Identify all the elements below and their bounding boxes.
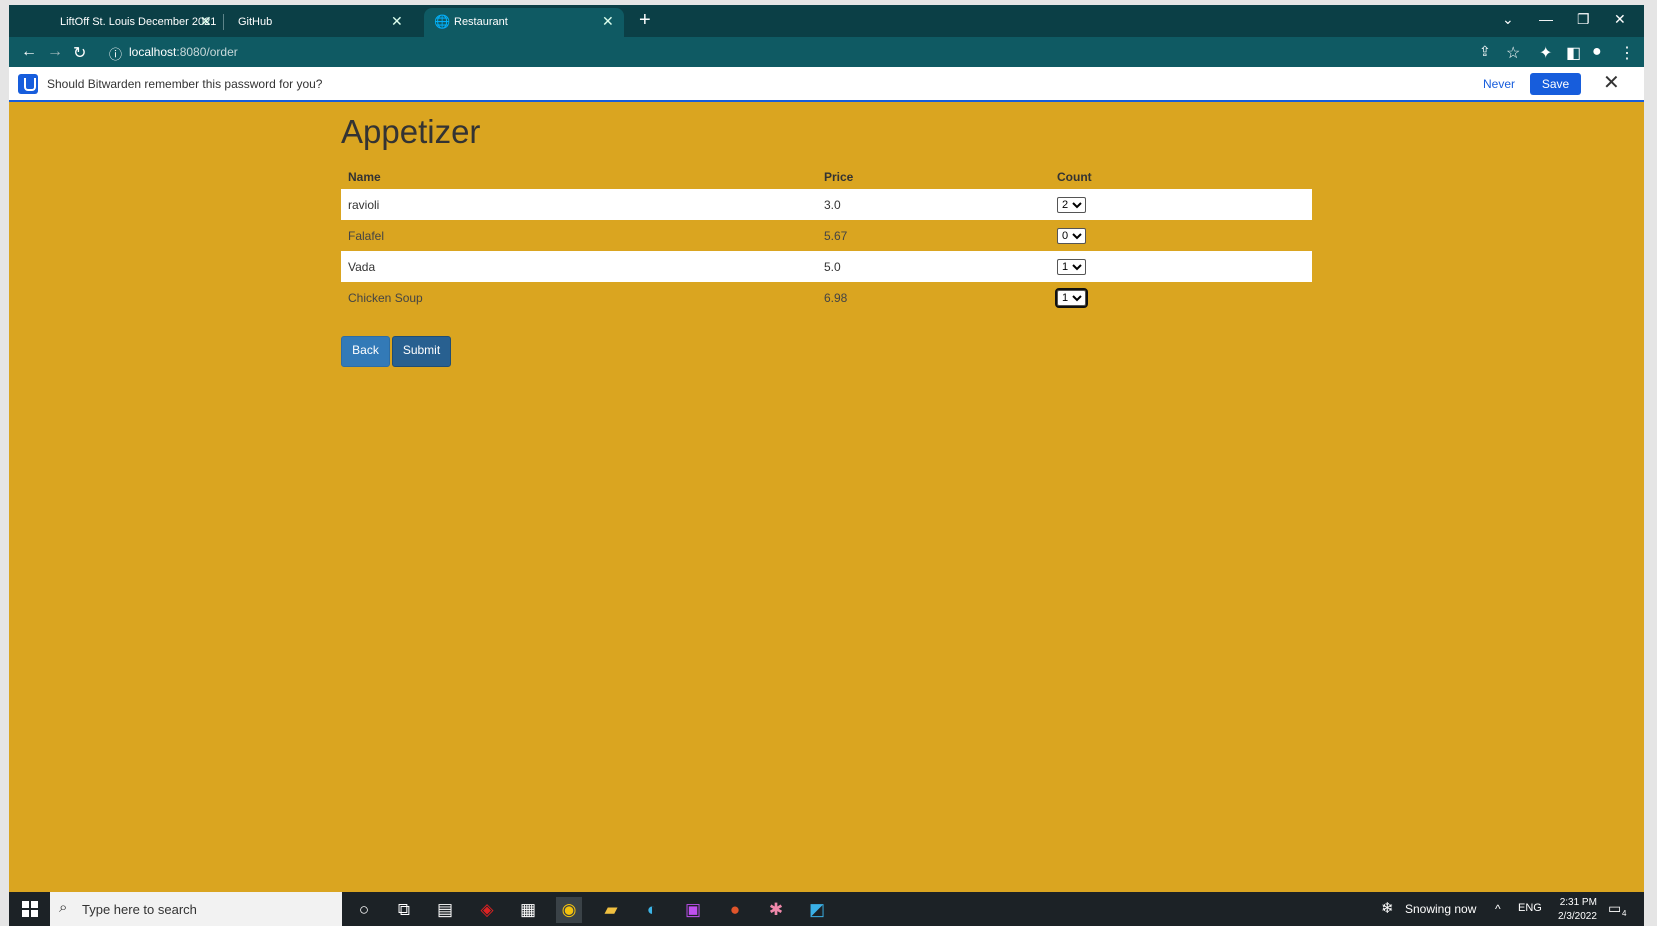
item-price: 6.98 — [824, 290, 848, 305]
slack-icon[interactable]: ✱ — [763, 897, 789, 923]
tab-strip: LiftOff St. Louis December 2021 ✕ GitHub… — [9, 5, 1644, 37]
cortana-icon[interactable]: ○ — [351, 897, 377, 923]
column-header-price: Price — [824, 170, 854, 184]
tab-github[interactable]: GitHub ✕ — [223, 8, 423, 37]
extensions-icon[interactable]: ✦ — [1539, 43, 1552, 63]
taskbar-search-box[interactable]: ⌕ Type here to search — [50, 892, 342, 926]
language-indicator[interactable]: ENG — [1518, 902, 1542, 914]
table-row: Falafel 5.67 0 — [341, 220, 1312, 251]
search-placeholder: Type here to search — [82, 902, 197, 917]
intellij-icon[interactable]: ▣ — [680, 897, 706, 923]
profile-icon[interactable]: ● — [1592, 43, 1602, 61]
table-row: Chicken Soup 6.98 1 — [341, 282, 1312, 313]
url-path: :8080/order — [176, 45, 238, 59]
tab-liftoff[interactable]: LiftOff St. Louis December 2021 ✕ — [23, 8, 223, 37]
item-price: 3.0 — [817, 189, 1050, 220]
count-select[interactable]: 1 — [1057, 258, 1086, 275]
new-tab-button[interactable]: + — [639, 9, 651, 32]
browser-window: LiftOff St. Louis December 2021 ✕ GitHub… — [9, 5, 1644, 926]
file-explorer-icon[interactable]: ▰ — [598, 897, 624, 923]
back-button[interactable]: Back — [341, 336, 390, 367]
powerpoint-icon[interactable]: ● — [722, 897, 748, 923]
tab-label: LiftOff St. Louis December 2021 — [60, 16, 217, 28]
weather-label[interactable]: Snowing now — [1405, 902, 1476, 916]
menu-icon[interactable]: ⋮ — [1619, 43, 1635, 63]
url-host: localhost — [129, 45, 177, 59]
close-icon[interactable]: ✕ — [391, 13, 403, 30]
snowflake-icon[interactable]: ❄ — [1381, 899, 1394, 917]
table-header-row: Name Price Count — [341, 165, 1312, 189]
side-panel-icon[interactable]: ◧ — [1566, 43, 1581, 63]
close-icon[interactable]: ✕ — [200, 13, 212, 30]
save-button[interactable]: Save — [1530, 73, 1581, 95]
back-arrow-icon[interactable]: ← — [21, 43, 37, 61]
info-icon[interactable]: ⓘ — [109, 44, 122, 63]
count-select[interactable]: 0 — [1057, 227, 1086, 244]
taskbar-clock[interactable]: 2:31 PM 2/3/2022 — [1558, 896, 1597, 924]
windows-taskbar: ⌕ Type here to search ○ ⧉ ▤ ◈ ▦ ◉ ▰ ◐ ▣ … — [9, 892, 1644, 926]
reload-icon[interactable]: ↻ — [73, 43, 86, 63]
close-icon[interactable]: ✕ — [602, 13, 614, 30]
photos-icon[interactable]: ◩ — [804, 897, 830, 923]
store-icon[interactable]: ▤ — [432, 897, 458, 923]
notification-count: 4 — [1622, 909, 1627, 918]
browser-toolbar: ← → ↻ ⓘ localhost:8080/order ⇪ ☆ ✦ ◧ ● ⋮ — [9, 37, 1644, 67]
count-select[interactable]: 1 — [1055, 287, 1088, 308]
task-view-icon[interactable]: ⧉ — [391, 897, 417, 923]
item-price: 5.0 — [817, 251, 1050, 282]
windows-start-icon[interactable] — [22, 901, 38, 917]
bitwarden-prompt: Should Bitwarden remember this password … — [47, 77, 323, 91]
page-title: Appetizer — [341, 113, 481, 150]
table-row: ravioli 3.0 2 — [341, 189, 1312, 220]
column-header-name: Name — [348, 170, 381, 184]
mcafee-icon[interactable]: ◈ — [474, 897, 500, 923]
bitwarden-notification-bar: Should Bitwarden remember this password … — [9, 67, 1644, 102]
order-table: Name Price Count ravioli 3.0 2 Falafel 5… — [341, 165, 1312, 313]
tab-search-icon[interactable]: ⌄ — [1502, 11, 1514, 28]
bookmark-star-icon[interactable]: ☆ — [1506, 43, 1520, 63]
item-name: ravioli — [341, 189, 817, 220]
never-button[interactable]: Never — [1483, 77, 1515, 91]
close-window-icon[interactable]: ✕ — [1614, 11, 1626, 28]
search-icon: ⌕ — [59, 899, 68, 916]
tab-restaurant[interactable]: 🌐 Restaurant ✕ — [424, 8, 624, 37]
table-row: Vada 5.0 1 — [341, 251, 1312, 282]
minimize-icon[interactable]: — — [1539, 11, 1553, 27]
count-select[interactable]: 2 — [1057, 196, 1086, 213]
clock-date: 2/3/2022 — [1558, 911, 1597, 922]
chrome-icon[interactable]: ◉ — [556, 897, 582, 923]
submit-button[interactable]: Submit — [392, 336, 451, 367]
item-name: Falafel — [348, 228, 385, 243]
notification-icon[interactable]: ▭ — [1608, 900, 1621, 917]
clock-time: 2:31 PM — [1559, 897, 1597, 908]
calendar-app-icon[interactable]: ▦ — [515, 897, 541, 923]
item-name: Chicken Soup — [348, 290, 423, 305]
edge-icon[interactable]: ◐ — [639, 897, 665, 923]
share-icon[interactable]: ⇪ — [1479, 43, 1491, 60]
tab-label: Restaurant — [454, 16, 508, 28]
column-header-count: Count — [1057, 170, 1092, 184]
bitwarden-shield-icon — [18, 74, 38, 94]
close-icon[interactable]: ✕ — [1603, 70, 1620, 95]
address-bar[interactable]: localhost:8080/order — [129, 45, 238, 59]
item-price: 5.67 — [824, 228, 848, 243]
tab-label: GitHub — [238, 16, 273, 28]
restore-icon[interactable]: ❐ — [1577, 11, 1590, 28]
chevron-up-icon[interactable]: ^ — [1495, 902, 1501, 916]
item-name: Vada — [341, 251, 817, 282]
globe-icon: 🌐 — [434, 14, 451, 29]
forward-arrow-icon[interactable]: → — [47, 43, 63, 61]
